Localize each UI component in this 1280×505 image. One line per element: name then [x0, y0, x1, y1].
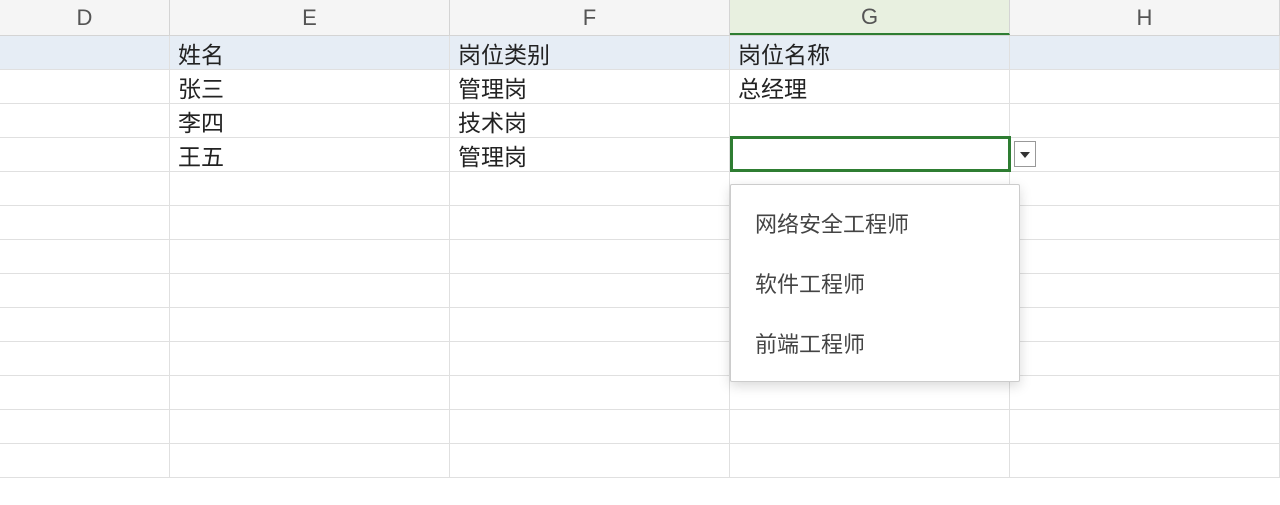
table-row [0, 342, 1280, 376]
table-row: 张三 管理岗 总经理 [0, 70, 1280, 104]
cell[interactable] [1010, 70, 1280, 103]
cell[interactable] [0, 104, 170, 137]
cell[interactable] [1010, 36, 1280, 69]
cell[interactable] [0, 206, 170, 239]
cell-name[interactable]: 李四 [170, 104, 450, 137]
cell-name[interactable]: 张三 [170, 70, 450, 103]
table-row: 李四 技术岗 [0, 104, 1280, 138]
cell[interactable] [170, 410, 450, 443]
cell[interactable] [1010, 274, 1280, 307]
cell[interactable] [0, 70, 170, 103]
chevron-down-icon [1020, 145, 1030, 163]
cell[interactable] [1010, 104, 1280, 137]
dropdown-option[interactable]: 前端工程师 [731, 313, 1019, 373]
table-row [0, 172, 1280, 206]
dropdown-option[interactable]: 软件工程师 [731, 253, 1019, 313]
table-row: 王五 管理岗 [0, 138, 1280, 172]
table-row [0, 376, 1280, 410]
table-row [0, 308, 1280, 342]
cell[interactable] [450, 308, 730, 341]
cell-job-title[interactable] [730, 138, 1010, 171]
col-header-F[interactable]: F [450, 0, 730, 35]
cell[interactable] [170, 308, 450, 341]
table-row [0, 240, 1280, 274]
cell[interactable] [450, 410, 730, 443]
cell[interactable] [170, 206, 450, 239]
col-header-H[interactable]: H [1010, 0, 1280, 35]
cell[interactable] [1010, 240, 1280, 273]
col-header-G[interactable]: G [730, 0, 1010, 35]
cell-name[interactable]: 王五 [170, 138, 450, 171]
cell-job-title[interactable] [730, 104, 1010, 137]
table-row [0, 274, 1280, 308]
data-validation-dropdown-list: 网络安全工程师 软件工程师 前端工程师 [730, 184, 1020, 382]
cell[interactable] [170, 376, 450, 409]
cell[interactable] [450, 342, 730, 375]
cell[interactable] [170, 274, 450, 307]
dropdown-option[interactable]: 网络安全工程师 [731, 193, 1019, 253]
col-header-E[interactable]: E [170, 0, 450, 35]
cell[interactable] [1010, 172, 1280, 205]
cell[interactable] [0, 444, 170, 477]
cell[interactable] [1010, 444, 1280, 477]
cell[interactable] [170, 342, 450, 375]
cell-job-category[interactable]: 技术岗 [450, 104, 730, 137]
cell[interactable] [0, 138, 170, 171]
cell[interactable] [170, 240, 450, 273]
cell[interactable] [730, 444, 1010, 477]
col-header-D[interactable]: D [0, 0, 170, 35]
cell[interactable] [1010, 410, 1280, 443]
cell-job-category[interactable]: 管理岗 [450, 138, 730, 171]
header-job-category[interactable]: 岗位类别 [450, 36, 730, 69]
cell[interactable] [450, 376, 730, 409]
cell[interactable] [1010, 308, 1280, 341]
table-row [0, 410, 1280, 444]
table-row [0, 444, 1280, 478]
cell[interactable] [730, 410, 1010, 443]
cell[interactable] [0, 410, 170, 443]
cell[interactable] [0, 308, 170, 341]
grid-rows: 姓名 岗位类别 岗位名称 张三 管理岗 总经理 李四 技术岗 王五 管理岗 [0, 36, 1280, 478]
cell[interactable] [0, 376, 170, 409]
cell[interactable] [170, 172, 450, 205]
cell[interactable] [1010, 376, 1280, 409]
cell[interactable] [0, 342, 170, 375]
table-row [0, 206, 1280, 240]
cell[interactable] [450, 206, 730, 239]
cell[interactable] [0, 36, 170, 69]
header-name[interactable]: 姓名 [170, 36, 450, 69]
cell[interactable] [170, 444, 450, 477]
cell[interactable] [1010, 342, 1280, 375]
table-header-row: 姓名 岗位类别 岗位名称 [0, 36, 1280, 70]
spreadsheet: D E F G H 姓名 岗位类别 岗位名称 张三 管理岗 总经理 李四 技术岗 [0, 0, 1280, 505]
cell[interactable] [0, 274, 170, 307]
cell[interactable] [0, 240, 170, 273]
cell[interactable] [450, 240, 730, 273]
cell[interactable] [1010, 138, 1280, 171]
cell[interactable] [450, 172, 730, 205]
cell[interactable] [450, 444, 730, 477]
cell[interactable] [450, 274, 730, 307]
cell-job-title[interactable]: 总经理 [730, 70, 1010, 103]
data-validation-dropdown-button[interactable] [1014, 141, 1036, 167]
header-job-title[interactable]: 岗位名称 [730, 36, 1010, 69]
cell[interactable] [0, 172, 170, 205]
cell[interactable] [1010, 206, 1280, 239]
column-headers: D E F G H [0, 0, 1280, 36]
cell-job-category[interactable]: 管理岗 [450, 70, 730, 103]
